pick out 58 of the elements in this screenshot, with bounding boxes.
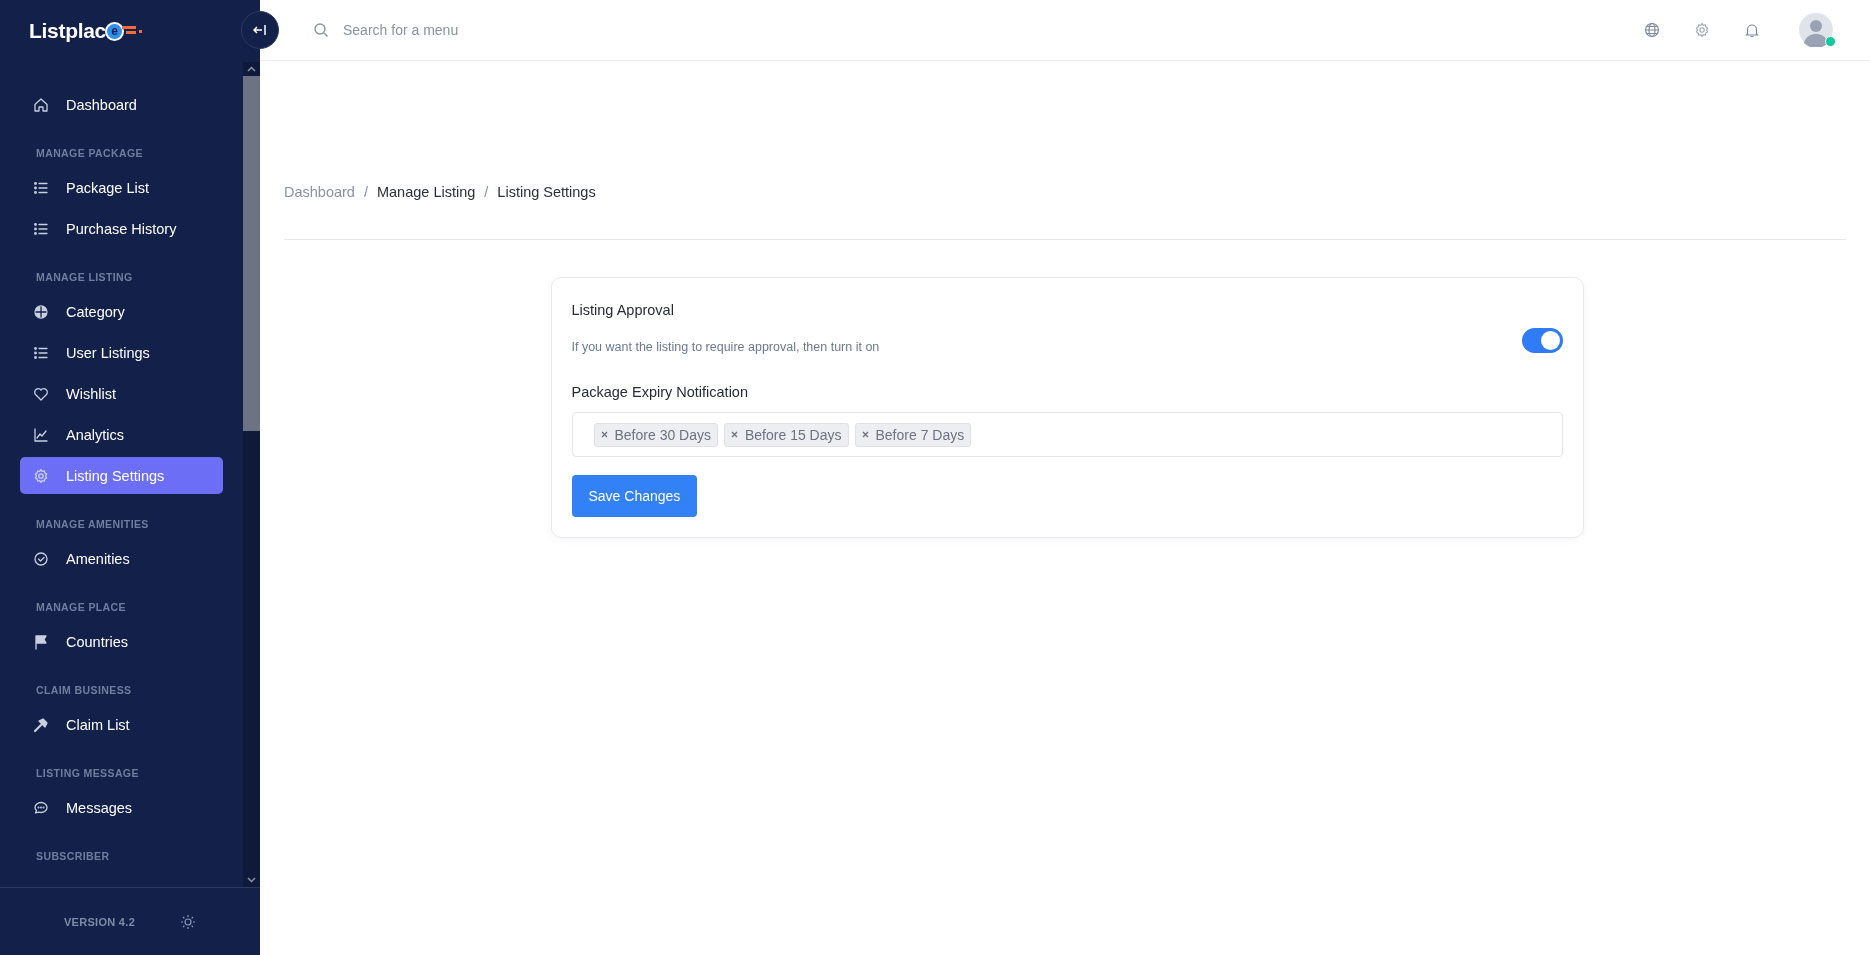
remove-icon[interactable]: [600, 431, 608, 438]
section-heading: CLAIM BUSINESS: [35, 683, 133, 698]
section-heading: SUBSCRIBER: [35, 849, 111, 864]
nav-item[interactable]: Purchase History: [20, 210, 223, 247]
nav-item[interactable]: Messages: [20, 789, 223, 826]
remove-icon[interactable]: [731, 431, 738, 438]
nav-item[interactable]: User Listings: [20, 334, 223, 371]
avatar[interactable]: [1799, 13, 1833, 47]
search-field[interactable]: Search for a menu: [341, 21, 645, 39]
tag-input-field[interactable]: Before 30 Days Before 15 Days Before 7 Days: [571, 412, 1563, 457]
home-icon: [33, 96, 49, 113]
remove-icon[interactable]: [861, 431, 869, 438]
tag: Before 30 Days: [593, 422, 718, 447]
scrollbar[interactable]: [243, 62, 260, 887]
section-heading: MANAGE PLACE: [35, 600, 127, 615]
nav-item[interactable]: Claim List: [20, 706, 223, 743]
field-label: Package Expiry Notification: [571, 384, 749, 400]
nav-item[interactable]: Category: [20, 293, 223, 330]
section-heading: MANAGE AMENITIES: [35, 517, 150, 532]
crosshair-icon: [33, 303, 49, 320]
list-icon: [33, 344, 49, 361]
version-label: VERSION 4.2: [63, 915, 136, 928]
breadcrumb-item: Manage Listing: [376, 184, 476, 200]
search-icon: [313, 22, 329, 38]
sun-icon[interactable]: [180, 913, 197, 930]
breadcrumb-separator: /: [363, 184, 368, 200]
gear-icon: [33, 467, 49, 484]
help-text: If you want the listing to require approval, then turn it on: [571, 340, 880, 354]
bell-icon[interactable]: [1744, 22, 1760, 38]
breadcrumb-separator: /: [484, 184, 489, 200]
section-heading: MANAGE PACKAGE: [35, 146, 144, 161]
nav-item[interactable]: Countries: [20, 623, 223, 660]
section-heading: MANAGE LISTING: [35, 270, 134, 285]
nav-item[interactable]: Listing Settings: [20, 457, 223, 494]
arrow-left-icon: [253, 24, 267, 36]
save-button[interactable]: Save Changes: [571, 475, 698, 517]
nav-item[interactable]: Wishlist: [20, 375, 223, 412]
hammer-icon: [33, 716, 49, 733]
chart-icon: [33, 426, 49, 443]
section-heading: LISTING MESSAGE: [35, 766, 140, 781]
nav-item[interactable]: Package List: [20, 169, 223, 206]
tag: Before 7 Days: [854, 422, 972, 447]
logo[interactable]: Listplac e: [29, 19, 146, 43]
list-icon: [33, 179, 49, 196]
list-icon: [33, 220, 49, 237]
breadcrumb-item: Listing Settings: [497, 184, 596, 200]
flag-icon: [33, 633, 49, 650]
globe-icon[interactable]: [1644, 22, 1660, 38]
nav-item[interactable]: Amenities: [20, 540, 223, 577]
check-icon: [33, 550, 49, 567]
settings-icon[interactable]: [1694, 22, 1710, 38]
nav-item[interactable]: Analytics: [20, 416, 223, 453]
heart-icon: [33, 385, 49, 402]
chat-icon: [33, 799, 49, 816]
approval-toggle[interactable]: [1521, 327, 1563, 353]
tag: Before 15 Days: [724, 422, 849, 447]
nav-item[interactable]: Dashboard: [20, 86, 223, 123]
field-label: Listing Approval: [571, 302, 675, 318]
